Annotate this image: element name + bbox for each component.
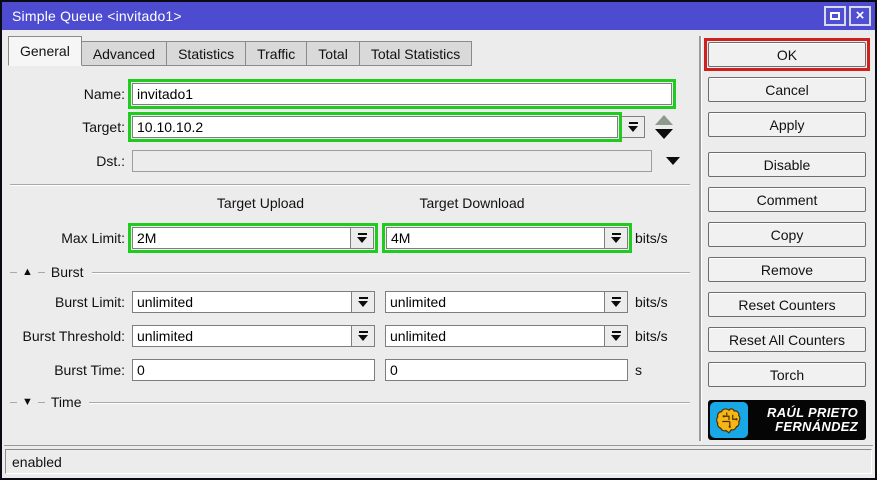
simple-queue-window: Simple Queue <invitado1> × General Advan… [0,0,877,480]
up-arrow-icon [655,115,673,125]
max-limit-download-dropdown-button[interactable] [605,227,628,249]
status-text: enabled [12,453,62,470]
burst-limit-download-field[interactable] [385,291,605,313]
max-limit-download-field[interactable] [386,227,605,249]
tab-statistics[interactable]: Statistics [167,41,247,66]
ok-button[interactable]: OK [708,42,866,67]
down-arrow-icon [655,129,673,139]
burst-threshold-upload-field[interactable] [132,325,352,347]
max-limit-row: Max Limit: bits/s [2,223,668,253]
burst-threshold-download-field[interactable] [385,325,605,347]
burst-time-upload-field[interactable] [132,359,375,381]
torch-button[interactable]: Torch [708,362,866,387]
target-spinners [655,115,673,139]
target-up-button[interactable] [655,115,673,125]
separator [10,184,690,185]
burst-limit-unit-label: bits/s [635,294,668,310]
burst-time-unit-label: s [635,362,642,378]
max-limit-label: Max Limit: [61,230,125,246]
tab-traffic[interactable]: Traffic [246,41,308,66]
annotation-green-box [128,79,676,109]
titlebar: Simple Queue <invitado1> × [2,2,875,30]
annotation-green-box [382,223,632,253]
burst-section-label: Burst [50,264,84,280]
burst-threshold-unit-label: bits/s [635,328,668,344]
remove-button[interactable]: Remove [708,257,866,282]
brain-icon [710,402,748,438]
reset-counters-button[interactable]: Reset Counters [708,292,866,317]
burst-time-download-field[interactable] [385,359,628,381]
name-row: Name: [2,79,676,109]
dst-field[interactable] [132,150,652,172]
target-field[interactable] [132,116,618,138]
disable-button[interactable]: Disable [708,152,866,177]
column-header-upload: Target Upload [216,195,305,211]
tab-general[interactable]: General [8,36,82,66]
reset-all-counters-button[interactable]: Reset All Counters [708,327,866,352]
annotation-red-box: OK [704,38,870,71]
burst-limit-row: Burst Limit: bits/s [2,290,668,314]
max-limit-upload-field[interactable] [132,227,351,249]
burst-threshold-label: Burst Threshold: [22,328,125,344]
tab-bar: General Advanced Statistics Traffic Tota… [8,36,473,66]
annotation-green-box [128,223,378,253]
dst-row: Dst.: [2,149,682,173]
tab-advanced[interactable]: Advanced [81,41,168,66]
burst-time-row: Burst Time: s [2,358,642,382]
target-label: Target: [82,119,125,135]
dst-dropdown-button[interactable] [664,156,682,166]
comment-button[interactable]: Comment [708,187,866,212]
max-limit-upload-dropdown-button[interactable] [351,227,374,249]
burst-time-label: Burst Time: [54,362,125,378]
cancel-button[interactable]: Cancel [708,77,866,102]
name-label: Name: [83,86,125,102]
burst-threshold-download-dropdown-button[interactable] [605,325,628,347]
status-bar: enabled [4,445,873,476]
copy-button[interactable]: Copy [708,222,866,247]
close-icon: × [855,6,865,24]
burst-limit-label: Burst Limit: [54,294,125,310]
name-field[interactable] [132,83,672,105]
burst-section-header: ▲ Burst [10,264,690,280]
vertical-divider [699,36,701,441]
dst-label: Dst.: [96,153,125,169]
apply-button[interactable]: Apply [708,112,866,137]
max-limit-unit-label: bits/s [635,230,668,246]
window-title: Simple Queue <invitado1> [12,8,182,24]
tab-total[interactable]: Total [307,41,360,66]
time-section-label: Time [50,394,82,410]
author-logo: RAÚL PRIETO FERNÁNDEZ [708,400,866,440]
column-header-download: Target Download [419,195,525,211]
time-collapse-icon[interactable]: ▼ [22,396,33,408]
burst-limit-upload-field[interactable] [132,291,352,313]
maximize-button[interactable] [824,6,846,26]
close-button[interactable]: × [849,6,871,26]
author-name: RAÚL PRIETO FERNÁNDEZ [767,405,858,434]
target-dropdown-button[interactable] [622,116,645,138]
burst-limit-download-dropdown-button[interactable] [605,291,628,313]
burst-limit-upload-dropdown-button[interactable] [352,291,375,313]
target-add-button[interactable] [655,129,673,139]
dialog-body: General Advanced Statistics Traffic Tota… [2,30,875,445]
burst-collapse-icon[interactable]: ▲ [22,266,33,278]
burst-threshold-upload-dropdown-button[interactable] [352,325,375,347]
target-row: Target: [2,112,673,142]
burst-threshold-row: Burst Threshold: bits/s [2,324,668,348]
time-section-header: ▼ Time [10,394,690,410]
maximize-icon [830,12,840,20]
action-button-column: OK Cancel Apply Disable Comment Copy Rem… [704,30,870,440]
dropdown-arrow-icon [666,157,680,165]
annotation-green-box [128,112,622,142]
tab-total-statistics[interactable]: Total Statistics [359,41,473,66]
